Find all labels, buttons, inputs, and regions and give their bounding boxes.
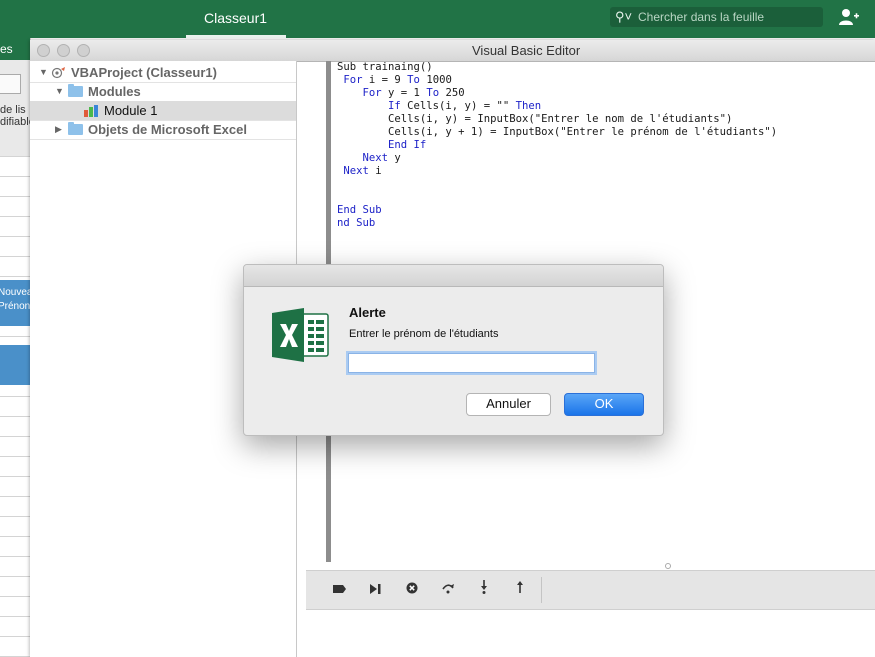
sheet-grid[interactable] (0, 156, 30, 657)
dialog-text-input[interactable] (348, 353, 595, 373)
code-line: Cells(i, y + 1) = InputBox("Entrer le pr… (337, 126, 778, 138)
dialog-message: Entrer le prénom de l'étudiants (349, 328, 499, 340)
code-text: Cells(i, y) = "" (400, 100, 516, 112)
disclosure-expanded-icon[interactable]: ▼ (55, 86, 64, 96)
ribbon-tab-fragment[interactable]: es (0, 42, 13, 56)
code-line: Sub trainaing() (337, 61, 433, 73)
run-continue-icon[interactable] (366, 580, 386, 600)
search-icon: ⚲˅ (615, 9, 633, 24)
highlighted-cell[interactable] (0, 345, 30, 385)
close-window-button[interactable] (37, 44, 50, 57)
code-text: y = 1 (381, 87, 427, 99)
input-dialog: Alerte Entrer le prénom de l'étudiants A… (243, 264, 664, 436)
sheet-search-input[interactable]: ⚲˅ Chercher dans la feuille (610, 7, 823, 27)
code-text: 1000 (419, 74, 452, 86)
minimize-window-button[interactable] (57, 44, 70, 57)
tree-label: Module 1 (104, 103, 158, 118)
ok-button[interactable]: OK (564, 393, 644, 416)
code-text: i = 9 (362, 74, 408, 86)
highlighted-cell[interactable]: Nouvea Prénon (0, 280, 30, 326)
tree-item-project[interactable]: ▼ VBAProject (Classeur1) (30, 63, 296, 83)
module-icon (84, 105, 98, 117)
cell-text: Prénon (0, 301, 31, 312)
dialog-title: Alerte (349, 305, 386, 320)
vbe-title: Visual Basic Editor (472, 43, 581, 58)
tree-label: Modules (88, 84, 141, 99)
zoom-window-button[interactable] (77, 44, 90, 57)
share-add-user-icon[interactable] (838, 8, 860, 26)
folder-icon (68, 84, 83, 97)
breakpoint-icon[interactable] (330, 580, 350, 600)
tree-label: VBAProject (Classeur1) (71, 65, 217, 80)
search-placeholder: Chercher dans la feuille (638, 10, 765, 24)
code-keyword: To (426, 87, 440, 99)
code-text: i (368, 165, 382, 177)
debug-toolbar (306, 570, 875, 610)
code-text: 250 (439, 87, 465, 99)
excel-title-bar: Classeur1 ⚲˅ Chercher dans la feuille (0, 0, 875, 38)
disclosure-expanded-icon[interactable]: ▼ (39, 67, 48, 77)
excel-ribbon: es (0, 38, 30, 60)
active-tab-indicator (186, 35, 286, 38)
disclosure-collapsed-icon[interactable]: ▶ (55, 124, 62, 135)
code-keyword: Next (337, 152, 389, 164)
step-over-icon[interactable] (438, 580, 458, 600)
step-out-icon[interactable] (510, 580, 530, 600)
ribbon-text: de lis (0, 104, 26, 116)
toolbar-divider (541, 577, 542, 603)
tree-label: Objets de Microsoft Excel (88, 122, 247, 137)
workbook-title: Classeur1 (204, 10, 268, 26)
vbe-title-bar: Visual Basic Editor (30, 40, 875, 62)
code-keyword: End If (337, 139, 427, 151)
cancel-button[interactable]: Annuler (466, 393, 551, 416)
ribbon-dropdown[interactable] (0, 74, 21, 94)
code-text: y (388, 152, 401, 164)
vba-project-icon (51, 67, 65, 79)
tree-item-module-1[interactable]: Module 1 (30, 101, 296, 121)
stop-icon[interactable] (402, 580, 422, 600)
excel-sheet-background: es de lis difiable Nouvea Prénon (0, 38, 31, 657)
code-line: Cells(i, y) = InputBox("Entrer le nom de… (337, 113, 733, 125)
code-keyword: To (407, 74, 420, 86)
cell-text: Nouvea (0, 287, 31, 298)
code-keyword: End Sub (337, 204, 382, 216)
code-keyword: nd Sub (337, 217, 376, 229)
step-into-icon[interactable] (474, 580, 494, 600)
excel-app-icon (272, 308, 329, 362)
code-editor[interactable]: Sub trainaing() For i = 9 To 1000 For y … (337, 61, 777, 230)
code-keyword: For (337, 87, 382, 99)
code-keyword: For (337, 74, 363, 86)
tree-item-excel-objects[interactable]: ▶ Objets de Microsoft Excel (30, 120, 296, 140)
code-keyword: Then (515, 100, 542, 112)
folder-icon (68, 122, 83, 135)
ribbon-text: difiable (0, 116, 30, 128)
dialog-title-bar (244, 265, 663, 287)
pane-resize-handle[interactable] (296, 562, 875, 570)
code-keyword: Next (337, 165, 369, 177)
code-keyword: If (337, 100, 401, 112)
tree-item-modules[interactable]: ▼ Modules (30, 82, 296, 102)
